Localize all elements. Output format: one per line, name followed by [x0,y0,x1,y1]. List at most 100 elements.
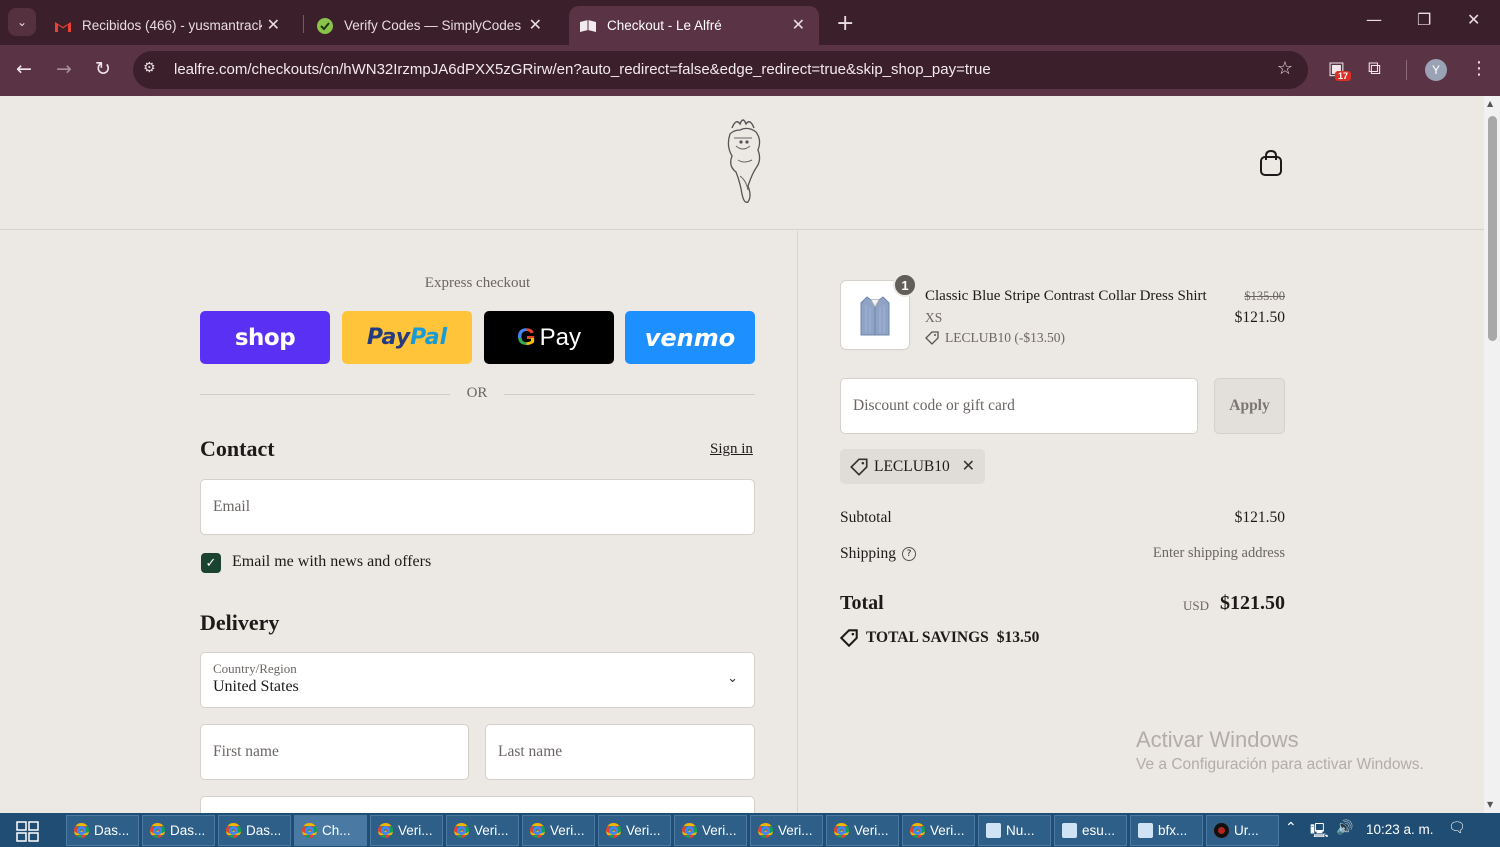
volume-icon[interactable]: 🔊 [1336,820,1353,836]
taskbar-button-label: Veri... [854,823,889,838]
close-window-button[interactable]: ✕ [1467,10,1480,29]
close-tab-icon[interactable]: ✕ [792,15,805,35]
page-scrollbar[interactable]: ▲ ▼ [1484,96,1500,813]
paypal-label-b: Pal [410,325,448,350]
email-field[interactable] [200,479,755,535]
notepad-icon [1062,823,1077,838]
taskbar-button[interactable]: Das... [66,815,139,846]
help-icon[interactable]: ? [901,547,916,562]
profile-avatar[interactable]: Y [1425,59,1447,81]
scroll-down-icon[interactable]: ▼ [1487,800,1493,809]
taskbar-button[interactable]: Veri... [370,815,443,846]
scroll-thumb[interactable] [1488,116,1497,341]
forward-button[interactable]: → [56,58,72,80]
taskbar-button-label: Das... [246,823,282,838]
newsletter-checkbox[interactable]: ✓ [201,553,221,573]
last-name-field[interactable] [485,724,755,780]
taskbar-button[interactable]: bfx... [1130,815,1203,846]
sign-in-link[interactable]: Sign in [710,441,753,458]
taskbar-button-label: Ch... [322,823,351,838]
taskbar-button[interactable]: Veri... [598,815,671,846]
taskbar-button[interactable]: Nu... [978,815,1051,846]
restore-button[interactable]: ❐ [1417,10,1431,29]
bookmark-star-icon[interactable]: ☆ [1277,58,1293,79]
tab-title: Checkout - Le Alfré [607,18,722,33]
taskbar-button-label: Nu... [1006,823,1035,838]
quantity-badge: 1 [893,273,917,297]
address-field[interactable] [200,796,755,813]
google-pay-button[interactable]: G Pay [484,311,614,364]
email-input[interactable] [213,480,742,534]
taskbar-button[interactable]: esu... [1054,815,1127,846]
tab-gmail[interactable]: Recibidos (466) - yusmantrack6 ✕ [44,6,294,45]
cart-bag-icon[interactable] [1258,149,1284,182]
taskbar-button[interactable]: Veri... [826,815,899,846]
venmo-button[interactable]: venmo [625,311,755,364]
taskbar-button[interactable]: Das... [218,815,291,846]
taskbar-button[interactable]: Veri... [674,815,747,846]
tab-simplycodes[interactable]: Verify Codes — SimplyCodes ✕ [306,6,556,45]
taskbar-button[interactable]: Das... [142,815,215,846]
chrome-icon [454,823,469,838]
applied-discount-chip: LECLUB10 ✕ [840,449,985,484]
column-divider [797,231,798,813]
address-bar[interactable]: ⚙ lealfre.com/checkouts/cn/hWN32IrzmpJA6… [133,51,1308,89]
store-logo[interactable] [718,116,768,213]
shop-pay-button[interactable]: shop [200,311,330,364]
taskbar-button-label: Das... [170,823,206,838]
tag-icon [840,629,858,647]
site-info-icon[interactable]: ⚙ [143,60,156,76]
last-name-input[interactable] [498,725,742,779]
windows-taskbar: Das... Das... Das... Ch... Veri... Veri... Ver… [0,813,1500,847]
extensions-puzzle-icon[interactable]: ⧉ [1368,58,1381,79]
total-label: Total [840,592,884,614]
scroll-up-icon[interactable]: ▲ [1487,99,1493,108]
discount-code-input[interactable] [853,379,1185,433]
watermark-title: Activar Windows [1136,727,1299,752]
new-tab-button[interactable]: + [836,11,854,36]
reload-button[interactable]: ↻ [95,58,111,80]
taskbar-clock[interactable]: 10:23 a. m. [1366,822,1434,837]
notifications-icon[interactable]: 🗨 [1448,820,1466,836]
country-select[interactable]: Country/Region United States ⌄ [200,652,755,708]
network-icon[interactable]: 🖳 [1310,820,1329,844]
windows-activation-watermark: Activar Windows Ve a Configuración para … [1136,727,1424,774]
paypal-button[interactable]: Pay Pal [342,311,472,364]
start-grid-icon[interactable] [16,821,40,847]
taskbar-button[interactable]: Ch... [294,815,367,846]
apply-discount-button[interactable]: Apply [1214,378,1285,434]
taskbar-button[interactable]: Veri... [446,815,519,846]
back-button[interactable]: ← [16,58,32,80]
taskbar-button[interactable]: Veri... [750,815,823,846]
notepad-icon [1138,823,1153,838]
subtotal-value: $121.50 [1234,509,1285,526]
remove-discount-icon[interactable]: ✕ [962,456,975,475]
chrome-icon [226,823,241,838]
paypal-label-a: Pay [366,325,411,350]
newsletter-label[interactable]: Email me with news and offers [232,553,431,571]
first-name-field[interactable] [200,724,469,780]
tab-search-button[interactable]: ⌄ [8,8,36,36]
browser-menu-icon[interactable]: ⋮ [1470,58,1488,79]
tab-checkout[interactable]: Checkout - Le Alfré ✕ [569,6,819,45]
savings-label: TOTAL SAVINGS [866,629,989,646]
url-text[interactable]: lealfre.com/checkouts/cn/hWN32IrzmpJA6dP… [174,61,991,78]
extension-badge: 17 [1335,71,1352,81]
minimize-button[interactable]: — [1366,10,1382,29]
google-pay-label: Pay [539,323,582,351]
tag-icon [850,457,868,476]
subtotal-label: Subtotal [840,509,892,526]
close-tab-icon[interactable]: ✕ [529,15,542,35]
original-price: $135.00 [1244,289,1285,303]
chrome-icon [150,823,165,838]
first-name-input[interactable] [213,725,456,779]
tab-title: Recibidos (466) - yusmantrack6 [82,18,262,33]
discount-code-field[interactable] [840,378,1198,434]
taskbar-button[interactable]: Ur... [1206,815,1279,846]
taskbar-button-label: Veri... [474,823,509,838]
taskbar-button[interactable]: Veri... [902,815,975,846]
tray-chevron-up-icon[interactable]: ⌃ [1285,820,1297,836]
close-tab-icon[interactable]: ✕ [267,15,280,35]
total-value: $121.50 [1220,592,1285,614]
taskbar-button[interactable]: Veri... [522,815,595,846]
